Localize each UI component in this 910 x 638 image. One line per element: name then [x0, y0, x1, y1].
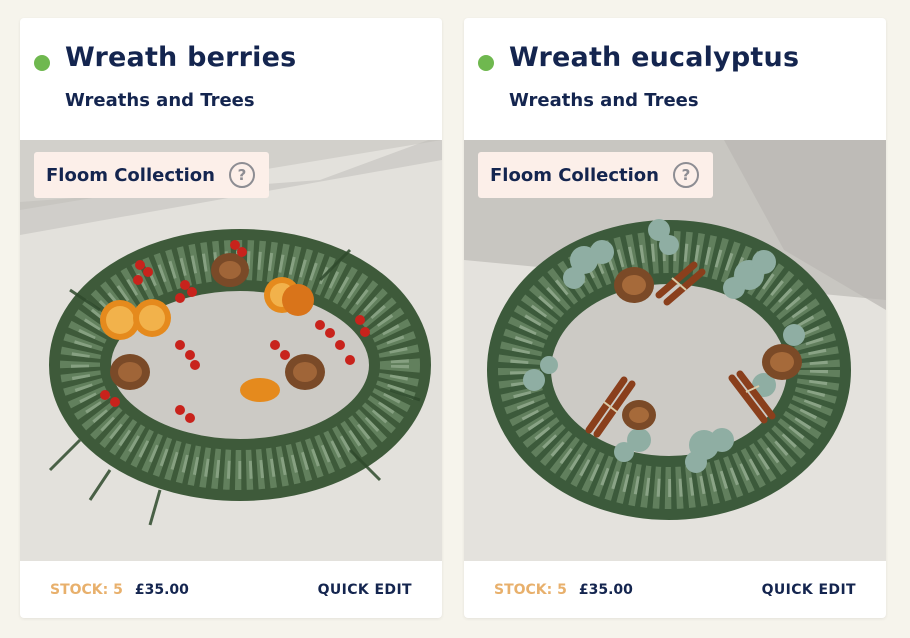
status-dot-icon [34, 55, 50, 71]
collection-label: Floom Collection [46, 164, 215, 186]
product-title[interactable]: Wreath eucalyptus [509, 42, 799, 73]
product-card[interactable]: Wreath eucalyptus Wreaths and Trees Floo… [464, 18, 886, 618]
product-card-header: Wreath berries Wreaths and Trees [20, 18, 442, 140]
product-price: £35.00 [134, 581, 189, 598]
product-title[interactable]: Wreath berries [65, 42, 296, 73]
product-category: Wreaths and Trees [509, 90, 699, 111]
product-image[interactable]: Floom Collection ? [464, 140, 886, 561]
quick-edit-button[interactable]: QUICK EDIT [762, 582, 856, 598]
quick-edit-button[interactable]: QUICK EDIT [318, 582, 412, 598]
product-image[interactable]: Floom Collection ? [20, 140, 442, 561]
stock-count: STOCK: 5 [50, 581, 123, 598]
product-category: Wreaths and Trees [65, 90, 255, 111]
collection-badge: Floom Collection ? [478, 152, 713, 198]
status-dot-icon [478, 55, 494, 71]
product-card-header: Wreath eucalyptus Wreaths and Trees [464, 18, 886, 140]
stock-count: STOCK: 5 [494, 581, 567, 598]
product-price: £35.00 [578, 581, 633, 598]
help-icon[interactable]: ? [672, 162, 699, 188]
wreath-berries-photo [20, 140, 442, 561]
wreath-eucalyptus-photo [464, 140, 886, 561]
help-icon[interactable]: ? [228, 162, 255, 188]
collection-badge: Floom Collection ? [34, 152, 269, 198]
product-card[interactable]: Wreath berries Wreaths and Trees Floom C… [20, 18, 442, 618]
collection-label: Floom Collection [490, 164, 659, 186]
product-card-footer: STOCK: 5 £35.00 QUICK EDIT [464, 561, 886, 618]
product-card-footer: STOCK: 5 £35.00 QUICK EDIT [20, 561, 442, 618]
product-grid: Wreath berries Wreaths and Trees Floom C… [0, 0, 910, 638]
